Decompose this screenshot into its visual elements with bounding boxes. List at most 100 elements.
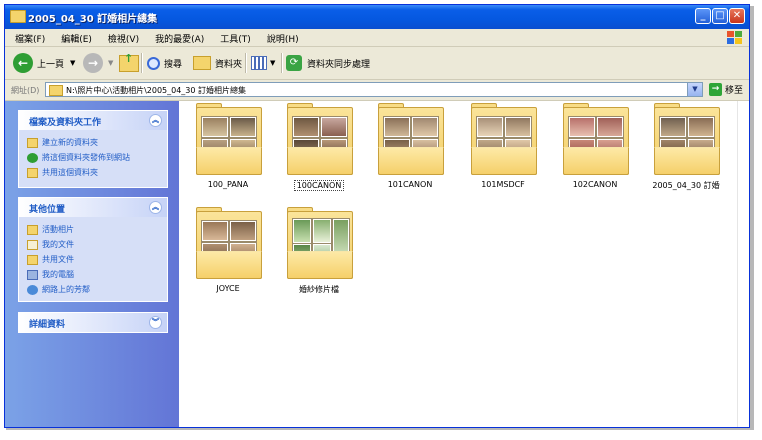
folder-name: 婚紗修片檔 <box>299 285 339 294</box>
task-label: 將這個資料夾發佈到網站 <box>42 153 130 162</box>
chevron-down-icon[interactable]: ▼ <box>108 59 113 67</box>
search-icon <box>147 56 160 70</box>
collapse-icon[interactable]: ︽ <box>149 201 162 214</box>
folder-sync-button[interactable]: ⟳ 資料夾同步處理 <box>286 51 370 75</box>
menu-edit[interactable]: 編輯(E) <box>51 29 98 45</box>
collapse-icon[interactable]: ︽ <box>149 114 162 127</box>
search-button[interactable]: 搜尋 <box>147 51 182 75</box>
folder-item-selected[interactable]: 100CANON <box>280 103 358 191</box>
shared-documents-icon <box>27 254 38 265</box>
network-icon <box>27 284 38 295</box>
place-network[interactable]: 網路上的芳鄰 <box>27 282 167 297</box>
windows-logo-icon <box>727 31 743 44</box>
menu-tools[interactable]: 工具(T) <box>210 29 257 45</box>
folder-thumbnail-icon <box>285 103 353 175</box>
panel-title: 檔案及資料夾工作 <box>29 118 102 128</box>
folders-label: 資料夾 <box>215 59 243 70</box>
new-folder-icon <box>27 137 38 148</box>
place-my-computer[interactable]: 我的電腦 <box>27 267 167 282</box>
folder-icon <box>49 85 63 96</box>
sync-label: 資料夾同步處理 <box>307 59 371 70</box>
folder-name: 102CANON <box>572 180 618 189</box>
window-title: 2005_04_30 訂婚相片總集 <box>28 14 158 25</box>
menu-help[interactable]: 說明(H) <box>257 29 305 45</box>
menu-favorites[interactable]: 我的最愛(A) <box>145 29 210 45</box>
folder-thumbnail-icon <box>376 103 444 175</box>
place-shared-documents[interactable]: 共用文件 <box>27 252 167 267</box>
folder-name: 101MSDCF <box>481 180 525 189</box>
scrollbar[interactable] <box>737 101 749 427</box>
place-label: 共用文件 <box>42 255 74 264</box>
folder-thumbnail-icon <box>469 103 537 175</box>
place-label: 我的文件 <box>42 240 74 249</box>
folder-item[interactable]: 101CANON <box>371 103 449 189</box>
folder-thumbnail-icon <box>561 103 629 175</box>
menu-bar: 檔案(F) 編輯(E) 檢視(V) 我的最愛(A) 工具(T) 說明(H) <box>5 29 749 47</box>
maximize-button[interactable]: □ <box>712 8 728 24</box>
panel-title: 其他位置 <box>29 205 66 215</box>
back-arrow-icon: ← <box>13 53 33 73</box>
task-label: 共用這個資料夾 <box>42 168 98 177</box>
search-label: 搜尋 <box>164 59 183 70</box>
forward-arrow-icon: → <box>83 53 103 73</box>
share-folder-icon <box>27 167 38 178</box>
menu-file[interactable]: 檔案(F) <box>5 29 51 45</box>
chevron-down-icon[interactable]: ▼ <box>687 83 702 96</box>
address-input[interactable]: N:\照片中心\活動相片\2005_04_30 訂婚相片總集 ▼ <box>45 82 703 97</box>
task-label: 建立新的資料夾 <box>42 138 98 147</box>
file-tasks-panel: 檔案及資料夾工作 ︽ 建立新的資料夾 將這個資料夾發佈到網站 共用這個資料夾 <box>18 110 168 188</box>
chevron-down-icon[interactable]: ▼ <box>70 59 75 67</box>
folders-icon <box>193 56 211 70</box>
task-new-folder[interactable]: 建立新的資料夾 <box>27 135 167 150</box>
forward-button[interactable]: → ▼ <box>83 51 113 75</box>
address-path: N:\照片中心\活動相片\2005_04_30 訂婚相片總集 <box>66 86 247 95</box>
folder-name: 100CANON <box>293 180 345 191</box>
folder-item[interactable]: 101MSDCF <box>464 103 542 189</box>
task-pane: 檔案及資料夾工作 ︽ 建立新的資料夾 將這個資料夾發佈到網站 共用這個資料夾 其… <box>5 101 179 427</box>
back-button[interactable]: ← 上一頁 ▼ <box>13 51 75 75</box>
folder-name: 101CANON <box>387 180 433 189</box>
place-label: 我的電腦 <box>42 270 74 279</box>
views-button[interactable]: ▼ <box>251 51 275 75</box>
back-label: 上一頁 <box>37 59 65 70</box>
folder-item[interactable]: JOYCE <box>189 207 267 293</box>
place-my-documents[interactable]: 我的文件 <box>27 237 167 252</box>
toolbar: ← 上一頁 ▼ → ▼ ↑ 搜尋 資料夾 ▼ ⟳ 資料夾同步處理 <box>5 47 749 80</box>
computer-icon <box>27 269 38 280</box>
go-button[interactable]: → 移至 <box>709 83 743 96</box>
file-tasks-header[interactable]: 檔案及資料夾工作 ︽ <box>19 111 167 130</box>
place-event-photos[interactable]: 活動相片 <box>27 222 167 237</box>
up-folder-button[interactable]: ↑ <box>119 51 139 75</box>
folder-item[interactable]: 婚紗修片檔 <box>280 207 358 295</box>
address-bar: 網址(D) N:\照片中心\活動相片\2005_04_30 訂婚相片總集 ▼ →… <box>5 80 749 101</box>
panel-title: 詳細資料 <box>29 320 66 330</box>
folder-item[interactable]: 102CANON <box>556 103 634 189</box>
folder-icon <box>10 10 26 23</box>
documents-icon <box>27 239 38 250</box>
menu-view[interactable]: 檢視(V) <box>98 29 145 45</box>
folder-name: 100_PANA <box>207 180 249 189</box>
task-publish-web[interactable]: 將這個資料夾發佈到網站 <box>27 150 167 165</box>
other-places-header[interactable]: 其他位置 ︽ <box>19 198 167 217</box>
up-folder-icon: ↑ <box>119 52 139 72</box>
minimize-button[interactable]: _ <box>695 8 711 24</box>
folder-thumbnail-icon <box>194 207 262 279</box>
folder-thumbnail-icon <box>285 207 353 279</box>
close-button[interactable]: ✕ <box>729 8 745 24</box>
views-icon <box>251 56 267 70</box>
title-bar[interactable]: 2005_04_30 訂婚相片總集 _ □ ✕ <box>5 5 749 29</box>
folder-item[interactable]: 100_PANA <box>189 103 267 189</box>
file-list: 100_PANA 100CANON 101CANON 101MSDCF 102C… <box>179 101 737 427</box>
folder-name: JOYCE <box>216 284 240 293</box>
sync-icon: ⟳ <box>286 55 302 71</box>
task-share-folder[interactable]: 共用這個資料夾 <box>27 165 167 180</box>
folder-item[interactable]: 2005_04_30 訂婚 <box>647 103 725 191</box>
details-header[interactable]: 詳細資料 ︾ <box>19 313 167 332</box>
expand-icon[interactable]: ︾ <box>149 316 162 329</box>
folders-button[interactable]: 資料夾 <box>193 51 242 75</box>
address-label: 網址(D) <box>11 86 40 95</box>
globe-icon <box>27 152 38 163</box>
folder-thumbnail-icon <box>652 103 720 175</box>
details-panel: 詳細資料 ︾ <box>18 312 168 333</box>
place-label: 網路上的芳鄰 <box>42 285 90 294</box>
